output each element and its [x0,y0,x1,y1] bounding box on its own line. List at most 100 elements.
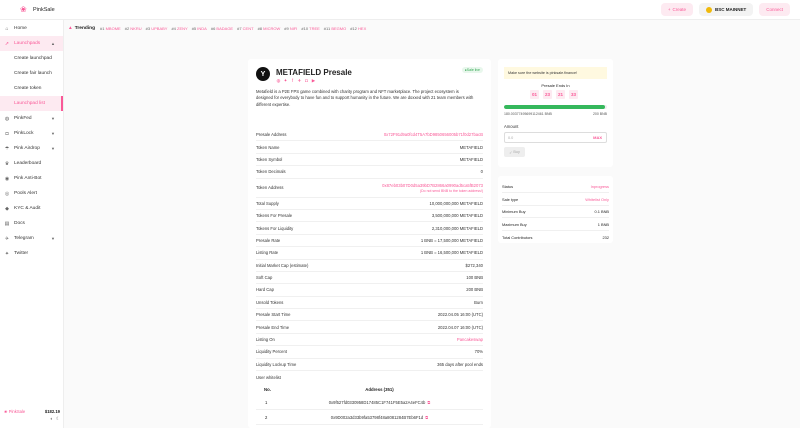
listing-on-link[interactable]: Pancakeswap [457,337,483,342]
copy-icon[interactable]: ⧉ [427,400,430,405]
sidebar-item-create-fair-launch[interactable]: Create fair launch [0,66,63,81]
sidebar-item-create-launchpad[interactable]: Create launchpad [0,51,63,66]
max-button[interactable]: MAX [593,135,602,140]
lock-icon: ◘ [5,130,9,137]
lock-icon: ◍ [4,115,10,122]
instagram-icon[interactable]: ◘ [304,78,309,83]
sidebar-item-launchpads[interactable]: ➚ Launchpads ▲ [0,36,63,51]
sidebar-item-create-token[interactable]: Create token [0,81,63,96]
timer-minutes: 21 [556,90,565,99]
twitter-icon[interactable]: ✦ [283,78,288,83]
sidebar-item-docs[interactable]: ▤ Docs [0,216,63,231]
info-row: Listing Rate 1 BNB = 16,500,000 METAFIELD [256,247,483,260]
trending-item[interactable]: #6 BADAGE [211,26,233,31]
token-address-link[interactable]: 0x87eb03b07D0d5a39bD7B2866a0990ad5ca5fB2… [382,183,483,188]
bell-icon: ◎ [4,190,10,197]
token-price: $182.19 [44,409,60,414]
whitelist-header: No. Address (351) [264,387,394,392]
status-row: Maximum Buy 1 BNB [502,219,609,231]
telegram-icon[interactable]: ✈ [297,78,302,83]
sidebar-item-home[interactable]: ⌂ Home [0,21,63,36]
progress-fill [504,105,605,109]
check-icon: ✓ [509,150,513,155]
sidebar-footer: ❀ PinkSale $182.19 ◐ ☾ [4,409,60,422]
trending-label: ▲ Trending [68,25,96,31]
trending-item[interactable]: #10 TREE [301,26,319,31]
connect-button[interactable]: Connect [759,3,790,16]
presale-title: METAFIELD Presale [276,68,352,77]
buy-button[interactable]: ✓ Buy [504,147,525,157]
trending-item[interactable]: #12 HEX [350,26,366,31]
home-icon: ⌂ [5,25,9,32]
info-row: Token Decimals 0 [256,166,483,179]
sidebar-item-pink-airdrop[interactable]: ☂ Pink Airdrop ▼ [0,141,63,156]
sidebar-item-leaderboard[interactable]: ♛ Leaderboard [0,156,63,171]
youtube-icon[interactable]: ▶ [311,78,316,83]
status-row: Total Contributors 232 [502,234,609,240]
status-row: Sale type Whitelist Only [502,194,609,206]
app-name: PinkSale [33,6,55,13]
info-row: Tokens For Liquidity 2,310,000,000 METAFI… [256,222,483,235]
app-logo[interactable]: ❀ PinkSale [20,5,55,14]
sidebar-item-launchpad-list[interactable]: Launchpad list [0,96,63,111]
countdown-timer: 01 23 21 33 [530,90,578,99]
trending-item[interactable]: #3 UPBABY [146,26,168,31]
info-row: Total Supply 10,000,000,000 METAFIELD [256,198,483,210]
trending-item[interactable]: #8 MICROW [258,26,281,31]
info-row: Liquidity Lockup Time 365 days after pool… [256,359,483,372]
globe-icon[interactable]: ◍ [276,78,281,83]
info-row: Liquidity Percent 70% [256,346,483,359]
whitelist-table: No. Address (351) 1 0x9f527fd0330958D174… [256,384,483,425]
site-warning: Make sure the website is pinksale.financ… [504,67,607,79]
trending-item[interactable]: #5 INDA [192,26,207,31]
language-icon[interactable]: ◐ [50,416,53,422]
trending-item[interactable]: #1 MBOME [100,26,121,31]
trophy-icon: ♛ [4,160,10,167]
sidebar-item-pinkfed[interactable]: ◍ PinkFed ▼ [0,111,63,126]
sidebar-item-kyc-audit[interactable]: ◆ KYC & Audit [0,201,63,216]
info-row: Presale Start Time 2022.04.05 16:00 (UTC) [256,309,483,322]
sidebar-item-pinklock[interactable]: ◘ PinkLock ▼ [0,126,63,141]
project-description: Metafield is a P2E FPS game combined wit… [256,89,474,107]
theme-toggle-icon[interactable]: ☾ [56,416,60,422]
trending-item[interactable]: #11 BEGMO [324,26,346,31]
token-logo: Y [256,67,270,81]
timer-seconds: 33 [569,90,578,99]
sidebar-item-twitter[interactable]: ✦ Twitter [0,246,63,261]
facebook-icon[interactable]: f [290,78,295,83]
sidebar-item-pink-anti-bot[interactable]: ◉ Pink Anti-Bot [0,171,63,186]
chevron-down-icon: ▼ [51,131,55,136]
network-button[interactable]: BSC MAINNET [698,3,754,16]
trending-item[interactable]: #2 NKRU [125,26,142,31]
top-bar: ❀ PinkSale + Create BSC MAINNET Connect [0,0,800,20]
trending-item[interactable]: #9 NIFI [284,26,297,31]
trending-bar: ▲ Trending #1 MBOME #2 NKRU #3 UPBABY #4 … [64,20,800,36]
status-badge: ● Sale live [461,67,483,73]
trending-item[interactable]: #7 CENT [237,26,253,31]
plus-icon: + [667,7,671,12]
fire-icon: ▲ [68,25,73,31]
social-links: ◍ ✦ f ✈ ◘ ▶ [276,78,316,83]
info-row: Hard Cap 200 BNB [256,284,483,297]
buy-card: Make sure the website is pinksale.financ… [498,59,613,167]
info-row: Presale Rate 1 BNB = 17,500,000 METAFIELD [256,235,483,248]
info-row: User whitelist [256,374,281,380]
create-button[interactable]: + Create [660,3,693,16]
info-row: Presale End Time 2022.04.07 16:00 (UTC) [256,321,483,334]
sidebar-item-pools-alert[interactable]: ◎ Pools Alert [0,186,63,201]
info-row: Initial Market Cap (estimate) $272,340 [256,260,483,272]
sidebar-item-telegram[interactable]: ✈ Telegram ▼ [0,231,63,246]
pinksale-token-label: ❀ PinkSale [4,409,26,414]
info-row: Token Symbol METAFIELD [256,154,483,167]
table-row: 2 0x9D002a3d33b9fa53798f48a8081284B7Eb6F… [256,410,483,425]
presale-address-link[interactable]: 0x72F91d9a0fcd4T5A7bD9850656005b71f0d27b… [384,132,483,137]
status-row: Minimum Buy 0.1 BNB [502,206,609,219]
amount-input[interactable]: 0.0 MAX [504,132,607,143]
trending-item[interactable]: #4 ZENY [171,26,187,31]
info-row: Token Name METAFIELD [256,141,483,154]
copy-icon[interactable]: ⧉ [425,415,428,420]
info-row: Presale Address 0x72F91d9a0fcd4T5A7bD9850… [256,129,483,142]
progress-raised: 180.00377495699112461 BNB [504,112,552,116]
table-row: 1 0x9f527fd0330958D17485C1F741F5E5a2A4eF… [256,395,483,410]
info-row: Unsold Tokens Burn [256,297,483,310]
